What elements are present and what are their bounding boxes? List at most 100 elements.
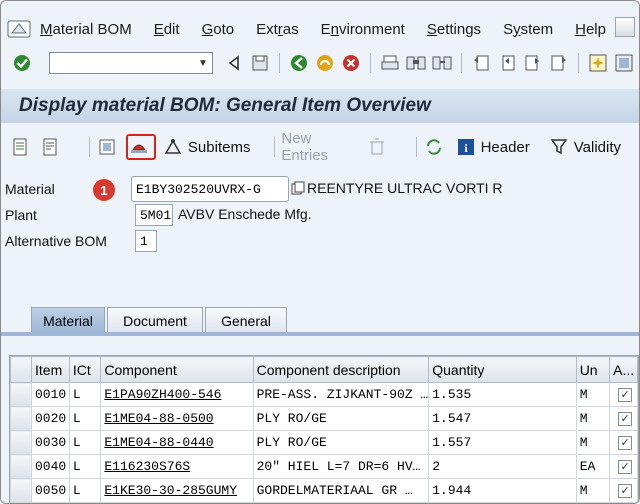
new-entries-button[interactable]: New Entries [281, 130, 355, 164]
assembly-cell: ✓ [609, 430, 638, 455]
menu-system[interactable]: System [503, 21, 553, 38]
find-icon[interactable] [405, 52, 427, 74]
next-page-icon[interactable] [522, 52, 544, 74]
column-header-quantity[interactable]: Quantity [428, 356, 577, 383]
select-all-cell[interactable] [10, 356, 32, 383]
menu-help[interactable]: Help [575, 21, 606, 38]
plant-label: Plant [5, 207, 37, 223]
assembly-cell: ✓ [609, 406, 638, 431]
other-bom-button[interactable] [39, 136, 65, 158]
page-title: Display material BOM: General Item Overv… [19, 95, 431, 116]
toolbar-separator [370, 53, 371, 73]
previous-page-icon[interactable] [496, 52, 518, 74]
menu-bar: Material BOM Edit Goto Extras Environmen… [1, 15, 639, 43]
bom-items-table: Item ICt Component Component description… [9, 355, 639, 503]
menu-edit[interactable]: Edit [154, 21, 180, 38]
row-selector[interactable] [10, 430, 32, 455]
enter-icon[interactable] [11, 52, 33, 74]
quantity-cell: 1.535 [428, 382, 577, 407]
toolbar-separator [461, 53, 462, 73]
step-badge: 1 [93, 179, 115, 201]
column-header-ict[interactable]: ICt [68, 356, 102, 383]
alternative-bom-field[interactable]: 1 [135, 230, 157, 252]
menu-extras[interactable]: Extras [256, 21, 299, 38]
chevron-down-icon[interactable]: ▼ [194, 53, 212, 73]
column-header-description[interactable]: Component description [252, 356, 430, 383]
material-label: Material [5, 181, 55, 197]
sap-window: Material BOM Edit Goto Extras Environmen… [0, 0, 640, 504]
header-button[interactable]: i Header [455, 136, 530, 158]
sap-menu-icon[interactable] [6, 19, 32, 39]
standard-toolbar: ▼ [1, 47, 639, 79]
cancel-icon[interactable] [340, 52, 362, 74]
tab-general[interactable]: General [205, 307, 287, 333]
checkbox-checked-icon: ✓ [618, 387, 633, 402]
new-session-icon[interactable] [587, 52, 609, 74]
back-arrow-icon[interactable] [223, 52, 245, 74]
alternative-bom-row: Alternative BOM 1 [1, 229, 639, 253]
exit-icon[interactable] [314, 52, 336, 74]
description-cell: PLY RO/GE [252, 406, 430, 431]
column-header-component[interactable]: Component [100, 356, 254, 383]
list-document-icon [9, 136, 31, 158]
save-icon[interactable] [249, 52, 271, 74]
item-cell: 0040 [31, 454, 70, 479]
ict-cell: L [68, 478, 102, 503]
validity-button[interactable]: Validity [548, 136, 621, 158]
back-icon[interactable] [288, 52, 310, 74]
shortcut-icon[interactable] [613, 52, 635, 74]
subitems-button[interactable]: Subitems [162, 136, 250, 158]
table-row[interactable]: 0040 L E116230S76S 20" HIEL L=7 DR=6 HV…… [10, 454, 638, 479]
alternative-bom-label: Alternative BOM [5, 233, 107, 249]
plant-row: Plant 5M01 AVBV Enschede Mfg. [1, 203, 639, 227]
table-header-row: Item ICt Component Component description… [10, 356, 638, 383]
column-header-item[interactable]: Item [31, 356, 70, 383]
table-row[interactable]: 0030 L E1ME04-88-0440 PLY RO/GE 1.557 M … [10, 430, 638, 455]
menu-environment[interactable]: Environment [321, 21, 405, 38]
table-row[interactable]: 0050 L E1KE30-30-285GUMY GORDELMATERIAAL… [10, 478, 638, 503]
unit-cell: M [575, 382, 611, 407]
checkbox-checked-icon: ✓ [618, 411, 633, 426]
material-field[interactable]: E1BY302520UVRX-G [131, 176, 289, 202]
filter-icon [548, 136, 570, 158]
tab-material[interactable]: Material [31, 307, 105, 333]
plant-field[interactable]: 5M01 [135, 204, 173, 226]
customize-layout-icon[interactable] [615, 17, 635, 37]
command-field[interactable]: ▼ [49, 52, 213, 74]
print-icon[interactable] [379, 52, 401, 74]
material-row: Material 1 E1BY302520UVRX-G REENTYRE ULT… [1, 176, 639, 202]
menu-material-bom[interactable]: Material BOM [40, 21, 132, 38]
ict-cell: L [68, 454, 102, 479]
column-header-unit[interactable]: Un [575, 356, 611, 383]
component-link[interactable]: E1ME04-88-0440 [100, 430, 254, 455]
menu-goto[interactable]: Goto [202, 21, 235, 38]
component-link[interactable]: E1PA90ZH400-546 [100, 382, 254, 407]
row-selector[interactable] [10, 406, 32, 431]
ict-cell: L [68, 430, 102, 455]
detail-view-icon [96, 136, 118, 158]
tab-document[interactable]: Document [107, 307, 203, 333]
last-page-icon[interactable] [548, 52, 570, 74]
refresh-arrows-icon [423, 136, 445, 158]
item-detail-button[interactable] [96, 136, 122, 158]
column-header-assembly[interactable]: A... [609, 356, 638, 383]
where-used-button[interactable] [125, 134, 156, 160]
component-link[interactable]: E116230S76S [100, 454, 254, 479]
find-next-icon[interactable] [431, 52, 453, 74]
validity-label: Validity [573, 138, 622, 156]
row-selector[interactable] [10, 478, 32, 503]
component-link[interactable]: E1KE30-30-285GUMY [100, 478, 254, 503]
delete-button[interactable] [366, 136, 392, 158]
first-page-icon[interactable] [470, 52, 492, 74]
component-link[interactable]: E1ME04-88-0500 [100, 406, 254, 431]
table-row[interactable]: 0020 L E1ME04-88-0500 PLY RO/GE 1.547 M … [10, 406, 638, 431]
copy-icon[interactable] [291, 181, 305, 195]
row-selector[interactable] [10, 454, 32, 479]
quantity-cell: 1.944 [428, 478, 577, 503]
toolbar-separator [578, 53, 579, 73]
table-row[interactable]: 0010 L E1PA90ZH400-546 PRE-ASS. ZIJKANT-… [10, 382, 638, 407]
change-display-button[interactable] [9, 136, 35, 158]
refresh-button[interactable] [423, 136, 449, 158]
row-selector[interactable] [10, 382, 32, 407]
menu-settings[interactable]: Settings [427, 21, 481, 38]
